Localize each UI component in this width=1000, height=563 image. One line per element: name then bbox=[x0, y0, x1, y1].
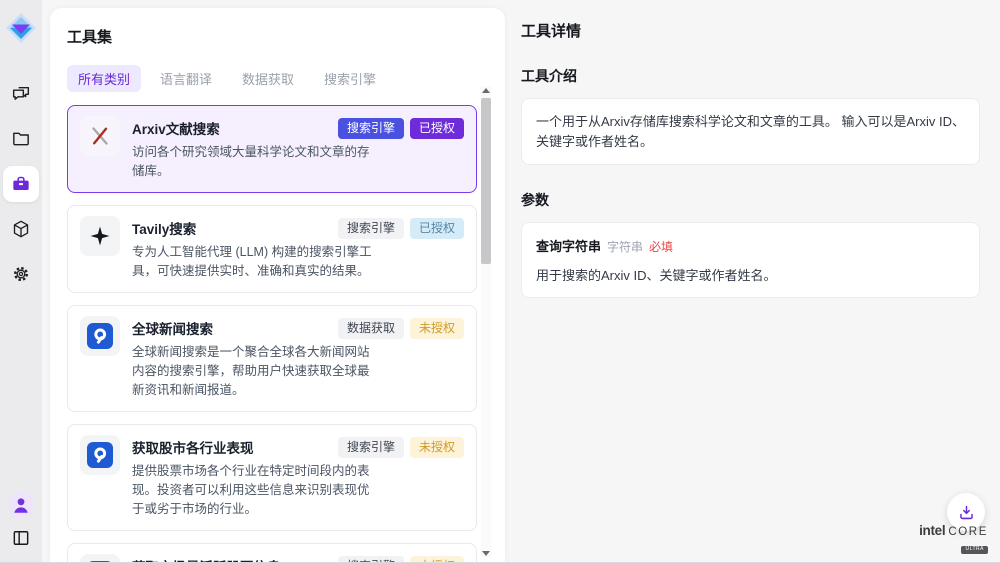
tool-description: 提供股票市场各个行业在特定时间段内的表现。投资者可以利用这些信息来识别表现优于或… bbox=[132, 462, 375, 520]
intel-brand-text: intel bbox=[919, 524, 945, 538]
tab-语言翻译[interactable]: 语言翻译 bbox=[149, 65, 223, 92]
tavily-star-logo bbox=[80, 216, 120, 256]
tool-description: 全球新闻搜索是一个聚合全球各大新闻网站内容的搜索引擎，帮助用户快速获取全球最新资… bbox=[132, 343, 375, 401]
tab-搜索引擎[interactable]: 搜索引擎 bbox=[313, 65, 387, 92]
tool-cards: Arxiv文献搜索 访问各个研究领域大量科学论文和文章的存储库。 搜索引擎 已授… bbox=[67, 105, 477, 562]
intro-text: 一个用于从Arxiv存储库搜索科学论文和文章的工具。 输入可以是Arxiv ID… bbox=[536, 112, 965, 151]
tool-card[interactable]: Tavily搜索 专为人工智能代理 (LLM) 构建的搜索引擎工具，可快速提供实… bbox=[67, 205, 477, 293]
tool-card[interactable]: Arxiv文献搜索 访问各个研究领域大量科学论文和文章的存储库。 搜索引擎 已授… bbox=[67, 105, 477, 193]
param-required-flag: 必填 bbox=[649, 240, 673, 254]
app-logo diamond-logo-icon bbox=[5, 12, 37, 44]
tool-card[interactable]: 获取股市各行业表现 提供股票市场各个行业在特定时间段内的表现。投资者可以利用这些… bbox=[67, 424, 477, 531]
intel-ultra-badge: ULTRA bbox=[961, 546, 988, 554]
sidebar-bottom bbox=[8, 492, 34, 550]
tool-card[interactable]: 获取市场最活跃股票信息 提供当天交易量最高的股票列表，投资者可以利用这些信息来识… bbox=[67, 543, 477, 562]
category-badge: 搜索引擎 bbox=[338, 556, 404, 562]
auth-status-badge: 未授权 bbox=[410, 437, 464, 458]
category-badge: 搜索引擎 bbox=[338, 437, 404, 458]
news-app-blue-logo bbox=[80, 435, 120, 475]
sidebar bbox=[0, 0, 42, 562]
tab-数据获取[interactable]: 数据获取 bbox=[231, 65, 305, 92]
intel-product-text: CORE bbox=[948, 527, 988, 539]
app-window: 工具集 所有类别语言翻译数据获取搜索引擎 Arxiv文献搜索 访问各个研究领域大… bbox=[0, 0, 1000, 563]
auth-status-badge: 未授权 bbox=[410, 556, 464, 562]
sidebar-item-files folder-icon[interactable] bbox=[3, 121, 39, 157]
tool-list-panel: 工具集 所有类别语言翻译数据获取搜索引擎 Arxiv文献搜索 访问各个研究领域大… bbox=[50, 8, 505, 562]
tab-所有类别[interactable]: 所有类别 bbox=[67, 65, 141, 92]
intel-core-logo: intel CORE ULTRA bbox=[919, 524, 988, 555]
auth-status-badge: 未授权 bbox=[410, 318, 464, 339]
sidebar-item-tools toolbox-icon[interactable] bbox=[3, 166, 39, 202]
arxiv-logo bbox=[80, 116, 120, 156]
scrollbar[interactable] bbox=[481, 86, 491, 558]
tool-description: 访问各个研究领域大量科学论文和文章的存储库。 bbox=[132, 143, 375, 182]
category-tabs: 所有类别语言翻译数据获取搜索引擎 bbox=[67, 65, 505, 92]
scroll-down-arrow-icon[interactable] bbox=[482, 551, 490, 556]
param-card: 查询字符串字符串必填用于搜索的Arxiv ID、关键字或作者姓名。 bbox=[521, 222, 980, 298]
scrollbar-thumb[interactable] bbox=[481, 98, 491, 264]
tool-card[interactable]: 全球新闻搜索 全球新闻搜索是一个聚合全球各大新闻网站内容的搜索引擎，帮助用户快速… bbox=[67, 305, 477, 412]
param-type: 字符串 bbox=[607, 240, 643, 254]
tool-detail-panel: 工具详情 工具介绍 一个用于从Arxiv存储库搜索科学论文和文章的工具。 输入可… bbox=[505, 0, 1000, 562]
sidebar-nav bbox=[3, 76, 39, 292]
detail-title: 工具详情 bbox=[521, 20, 980, 41]
user-avatar-icon[interactable] bbox=[8, 492, 34, 518]
download-icon bbox=[957, 503, 976, 522]
news-app-blue-logo bbox=[80, 316, 120, 356]
tool-description: 专为人工智能代理 (LLM) 构建的搜索引擎工具，可快速提供实时、准确和真实的结… bbox=[132, 243, 375, 282]
intro-section-title: 工具介绍 bbox=[521, 66, 980, 86]
params-list: 查询字符串字符串必填用于搜索的Arxiv ID、关键字或作者姓名。 bbox=[521, 222, 980, 298]
page-title: 工具集 bbox=[67, 26, 505, 47]
scroll-up-arrow-icon[interactable] bbox=[482, 88, 490, 93]
sidebar-item-settings gear-icon[interactable] bbox=[3, 256, 39, 292]
panel-layout-icon[interactable] bbox=[10, 528, 32, 550]
params-section-title: 参数 bbox=[521, 190, 980, 210]
category-badge: 数据获取 bbox=[338, 318, 404, 339]
intro-card: 一个用于从Arxiv存储库搜索科学论文和文章的工具。 输入可以是Arxiv ID… bbox=[521, 98, 980, 165]
param-description: 用于搜索的Arxiv ID、关键字或作者姓名。 bbox=[536, 265, 965, 284]
category-badge: 搜索引擎 bbox=[338, 218, 404, 239]
auth-status-badge: 已授权 bbox=[410, 118, 464, 139]
sidebar-item-models cube-icon[interactable] bbox=[3, 211, 39, 247]
news-app-blue-logo bbox=[80, 554, 120, 562]
sidebar-item-chat chat-icon[interactable] bbox=[3, 76, 39, 112]
category-badge: 搜索引擎 bbox=[338, 118, 404, 139]
param-name: 查询字符串 bbox=[536, 239, 601, 254]
auth-status-badge: 已授权 bbox=[410, 218, 464, 239]
